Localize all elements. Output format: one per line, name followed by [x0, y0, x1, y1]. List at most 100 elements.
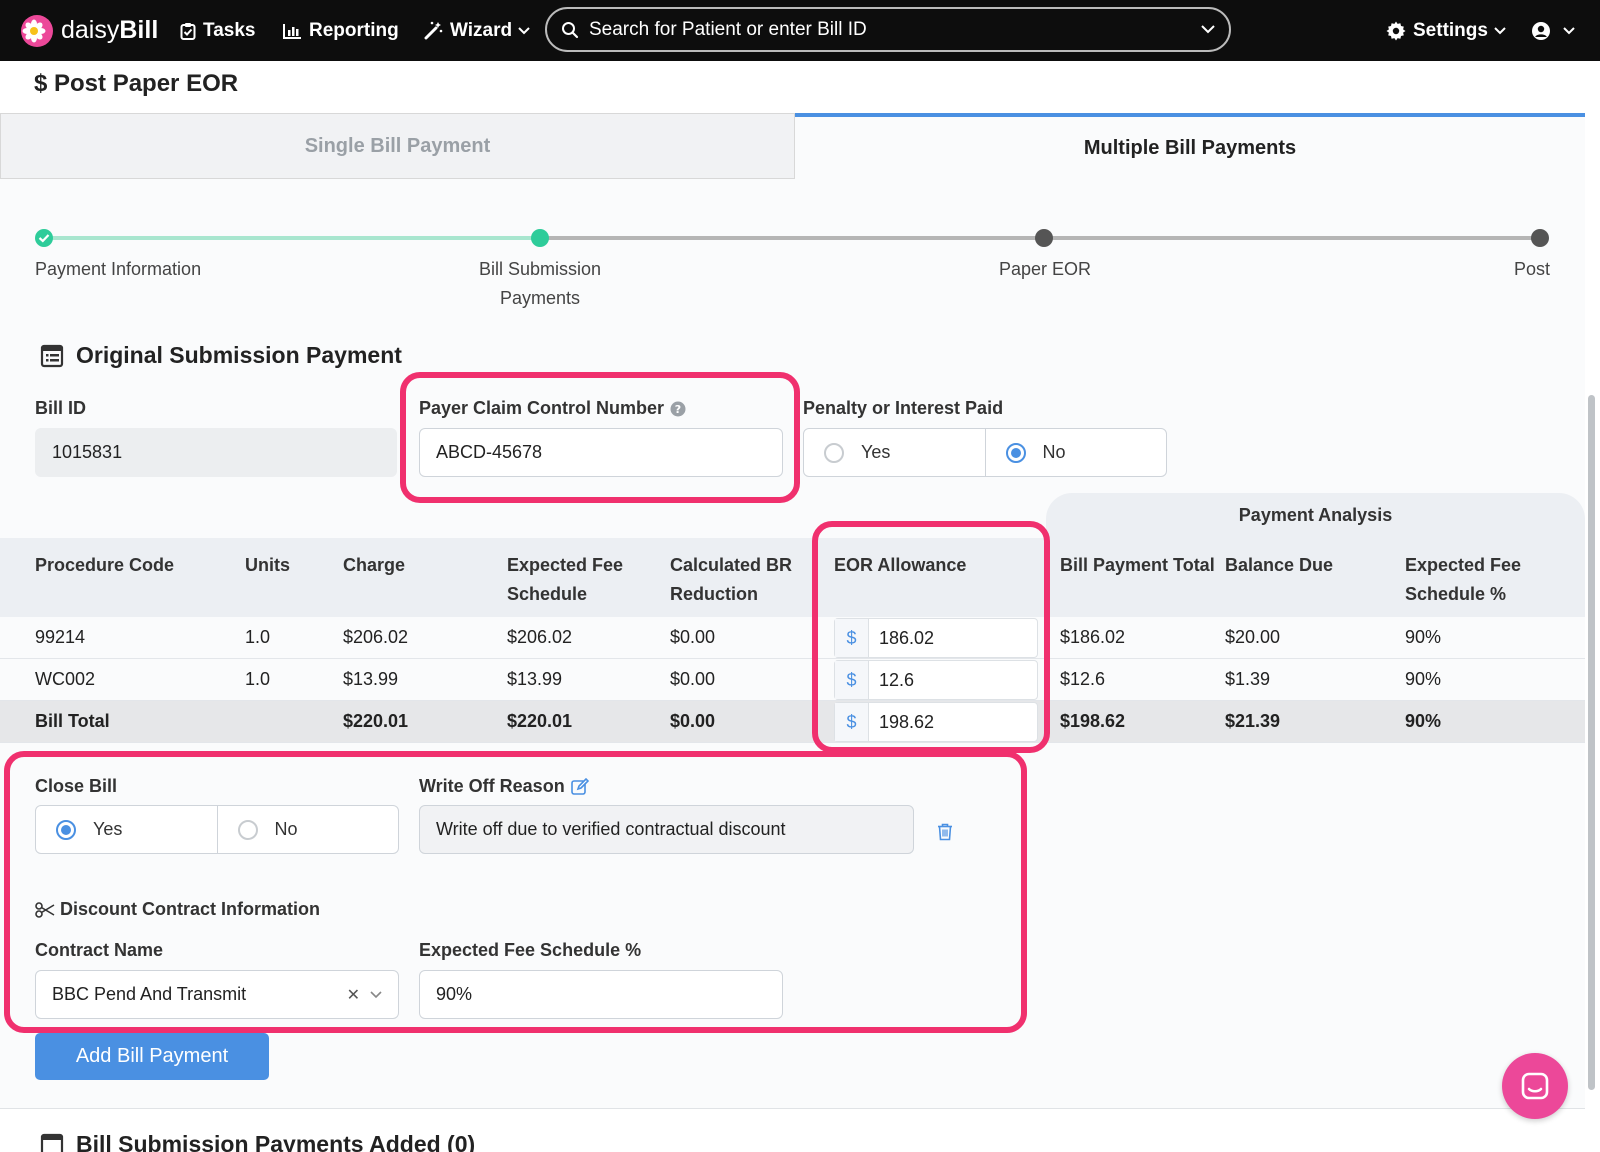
top-navbar: daisyBill Tasks Reporting Wizard Search …	[0, 0, 1600, 61]
expected-fee-schedule-pct-input[interactable]: 90%	[419, 970, 783, 1019]
cell-balance-due: $20.00	[1225, 627, 1281, 647]
eor-allowance-input[interactable]: $ 186.02	[834, 618, 1038, 658]
nav-wizard-dropdown[interactable]: Wizard	[424, 0, 537, 61]
cell-fee-schedule-pct: 90%	[1405, 669, 1442, 689]
tab-multiple-bill-payments[interactable]: Multiple Bill Payments	[795, 113, 1585, 179]
penalty-no-option[interactable]: No	[984, 429, 1167, 476]
clear-x-icon[interactable]: ✕	[347, 985, 360, 1005]
page-title-text: Post Paper EOR	[54, 70, 239, 97]
chevron-down-icon[interactable]	[1201, 25, 1215, 34]
section-title-text: Original Submission Payment	[76, 342, 402, 368]
step-pending-dot	[1035, 229, 1053, 247]
help-question-icon[interactable]: ?	[670, 401, 686, 417]
close-bill-yes-option[interactable]: Yes	[36, 806, 217, 853]
close-bill-no-option[interactable]: No	[216, 806, 399, 853]
penalty-no-label: No	[1042, 442, 1066, 462]
chevron-down-icon	[370, 990, 382, 998]
eor-allowance-input[interactable]: $ 12.6	[834, 660, 1038, 700]
penalty-interest-label: Penalty or Interest Paid	[803, 398, 1004, 418]
chevron-down-icon	[1494, 26, 1506, 34]
close-bill-no-label: No	[274, 819, 298, 839]
table-row	[0, 659, 1585, 701]
write-off-reason-value: Write off due to verified contractual di…	[436, 819, 786, 839]
daisybill-logo[interactable]: daisyBill	[21, 0, 158, 61]
search-placeholder: Search for Patient or enter Bill ID	[589, 18, 867, 40]
chat-support-button[interactable]	[1502, 1053, 1568, 1119]
dollar-icon: $	[34, 70, 55, 97]
nav-tasks-label: Tasks	[203, 19, 256, 41]
contract-name-label: Contract Name	[35, 940, 164, 960]
write-off-label-text: Write Off Reason	[419, 776, 565, 796]
cell-br-reduction: $0.00	[670, 669, 716, 689]
nav-wizard-label: Wizard	[450, 19, 513, 41]
radio-checked-icon	[1005, 442, 1026, 463]
radio-checked-icon	[56, 819, 76, 840]
discount-contract-title-text: Discount Contract Information	[60, 899, 320, 919]
cell-bill-payment-total: $186.02	[1060, 627, 1126, 647]
edit-icon[interactable]	[570, 777, 589, 796]
col-expected-fee-schedule: Expected Fee Schedule	[507, 555, 624, 604]
cell-bill-payment-total: $12.6	[1060, 669, 1106, 689]
nav-tasks[interactable]: Tasks	[180, 0, 255, 61]
col-bill-payment-total: Bill Payment Total	[1060, 555, 1215, 575]
chat-icon	[1521, 1072, 1549, 1100]
contract-name-select[interactable]: BBC Pend And Transmit ✕	[35, 970, 399, 1019]
cell-charge: $13.99	[343, 669, 399, 689]
step-line-complete	[44, 236, 540, 240]
eor-allowance-total-value: 198.62	[879, 711, 935, 732]
section-title-original-submission: Original Submission Payment	[40, 342, 402, 369]
payment-analysis-header: Payment Analysis	[1046, 493, 1585, 538]
currency-addon: $	[835, 619, 869, 657]
trash-icon[interactable]	[937, 823, 953, 846]
patient-search-input[interactable]: Search for Patient or enter Bill ID	[545, 7, 1231, 52]
cell-procedure-code: WC002	[35, 669, 96, 689]
currency-addon: $	[835, 661, 869, 699]
discount-contract-title: Discount Contract Information	[35, 899, 320, 920]
table-list-icon	[40, 344, 64, 367]
cell-total-balance: $21.39	[1225, 711, 1281, 731]
col-calculated-br-reduction: Calculated BR Reduction	[670, 555, 793, 604]
penalty-radio-group: Yes No	[803, 428, 1167, 477]
user-menu-dropdown[interactable]	[1531, 0, 1582, 61]
write-off-reason-input[interactable]: Write off due to verified contractual di…	[419, 805, 914, 854]
pccn-label: Payer Claim Control Number ?	[419, 398, 686, 419]
cell-total-payment: $198.62	[1060, 711, 1126, 731]
step-complete-check-icon	[35, 229, 53, 247]
bar-chart-icon	[283, 23, 301, 39]
step-current-dot	[531, 229, 549, 247]
cell-balance-due: $1.39	[1225, 669, 1271, 689]
penalty-yes-option[interactable]: Yes	[804, 429, 985, 476]
pccn-input[interactable]: ABCD-45678	[419, 428, 783, 477]
scrollbar[interactable]	[1588, 395, 1595, 1090]
cell-total-charge: $220.01	[343, 711, 409, 731]
cell-charge: $206.02	[343, 627, 409, 647]
payments-added-title-text: Bill Submission Payments Added (0)	[76, 1131, 476, 1152]
eor-allowance-total-field: $ 198.62	[834, 702, 1038, 742]
table-list-icon	[40, 1133, 64, 1152]
table-total-row	[0, 701, 1585, 743]
expected-fee-schedule-pct-value: 90%	[436, 984, 473, 1004]
cell-total-br: $0.00	[670, 711, 716, 731]
nav-settings-dropdown[interactable]: Settings	[1386, 0, 1513, 61]
col-balance-due: Balance Due	[1225, 555, 1334, 575]
table-row	[0, 617, 1585, 659]
cell-procedure-code: 99214	[35, 627, 86, 647]
col-units: Units	[245, 555, 290, 575]
nav-settings-label: Settings	[1413, 19, 1488, 41]
cell-units: 1.0	[245, 669, 271, 689]
chevron-down-icon	[518, 26, 530, 34]
cell-expected-fee: $13.99	[507, 669, 563, 689]
nav-reporting[interactable]: Reporting	[283, 0, 399, 61]
section-title-payments-added: Bill Submission Payments Added (0)	[40, 1131, 475, 1152]
step-label-post: Post	[1513, 259, 1550, 279]
divider	[0, 1108, 1585, 1109]
gear-icon	[1386, 21, 1406, 40]
add-bill-payment-button[interactable]: Add Bill Payment	[35, 1033, 269, 1080]
penalty-yes-label: Yes	[861, 442, 891, 462]
cell-fee-schedule-pct: 90%	[1405, 627, 1442, 647]
contract-name-value: BBC Pend And Transmit	[52, 984, 247, 1004]
col-eor-allowance: EOR Allowance	[834, 555, 967, 575]
tab-single-bill-payment[interactable]: Single Bill Payment	[0, 113, 795, 179]
cell-units: 1.0	[245, 627, 271, 647]
close-bill-label: Close Bill	[35, 776, 118, 796]
